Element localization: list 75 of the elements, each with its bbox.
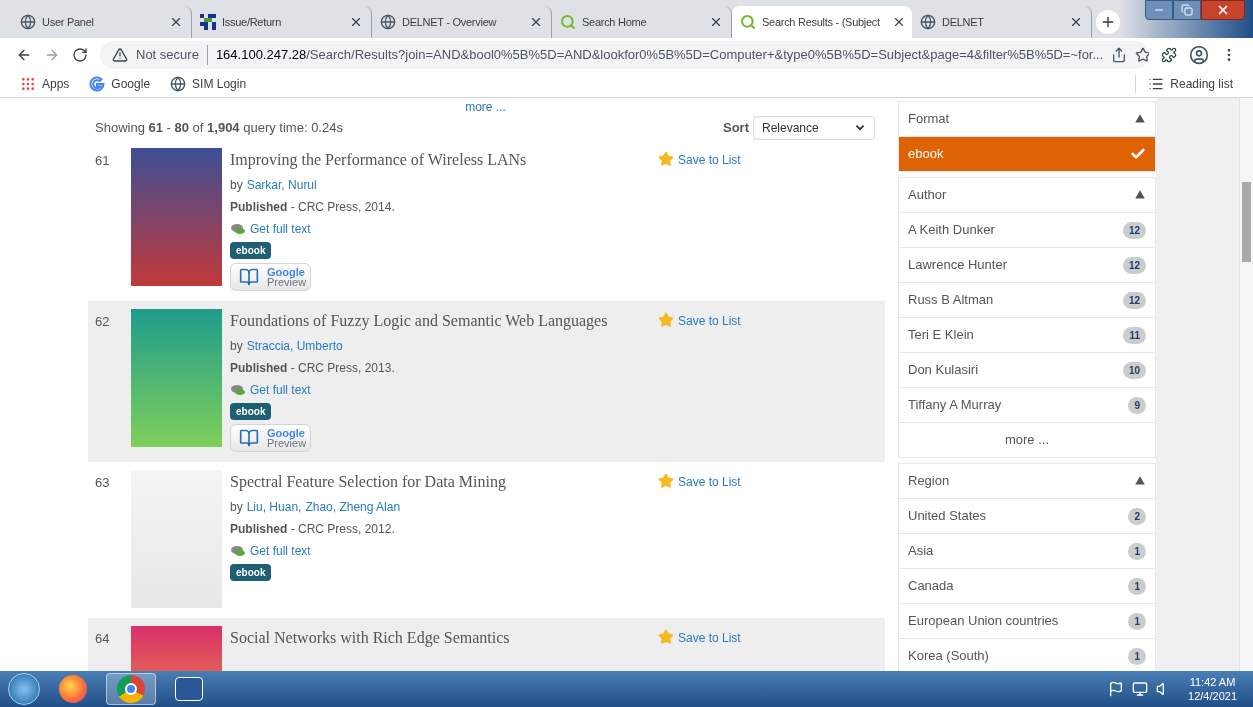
facet-item[interactable]: Canada 1 <box>899 568 1155 603</box>
count-badge: 12 <box>1122 221 1146 239</box>
result-title[interactable]: Improving the Performance of Wireless LANs <box>230 148 527 172</box>
url-text: 164.100.247.28/Search/Results?join=AND&bool0%5B%5D=AND&lookfor0%5B%5D=Computer+&type0%5B%5D=Subject&page=4&filter%5B%5D=~for... <box>215 46 1104 65</box>
facet-header[interactable]: Format <box>899 102 1155 136</box>
format-tag: ebook <box>230 403 272 420</box>
more-link[interactable]: more ... <box>465 98 506 116</box>
reading-list-button[interactable]: Reading list <box>1135 74 1233 93</box>
facet-item[interactable]: Teri E Klein 11 <box>899 317 1155 352</box>
facet-item[interactable]: A Keith Dunker 12 <box>899 212 1155 247</box>
author-link[interactable]: Zhao, Zheng Alan <box>305 498 401 516</box>
result-number: 62 <box>95 313 111 331</box>
result-number: 63 <box>95 474 111 492</box>
result-title[interactable]: Foundations of Fuzzy Logic and Semantic Web Languages <box>230 309 608 333</box>
save-to-list-link[interactable]: Save to List <box>658 309 878 330</box>
bookmark-link[interactable]: Apps <box>20 74 70 93</box>
browser-tab[interactable]: Search Results - (Subject <box>732 6 912 38</box>
by-label: by <box>230 338 243 355</box>
count-badge: 2 <box>1128 507 1146 525</box>
full-text-link[interactable]: Get full text <box>230 220 311 238</box>
facet-item[interactable]: Asia 1 <box>899 533 1155 568</box>
facet-item[interactable]: Lawrence Hunter 12 <box>899 247 1155 282</box>
tab-title: DELNET - Overview <box>402 14 497 30</box>
result-number: 61 <box>95 152 111 170</box>
published-info: Published - CRC Press, 2012. <box>230 521 395 538</box>
facet-item[interactable]: Don Kulasiri 10 <box>899 352 1155 387</box>
save-to-list-link[interactable]: Save to List <box>658 148 878 169</box>
security-label: Not secure <box>136 45 208 65</box>
tab-title: Search Results - (Subject <box>762 14 880 30</box>
count-badge: 1 <box>1128 612 1146 630</box>
google-preview-button[interactable]: Google Preview <box>230 424 312 452</box>
count-badge: 1 <box>1128 577 1146 595</box>
clock[interactable]: 11:42 AM 12/4/2021 <box>1180 675 1245 703</box>
google-preview-button[interactable]: Google Preview <box>230 263 312 291</box>
facet-header[interactable]: Author <box>899 178 1155 212</box>
count-badge: 1 <box>1128 647 1146 665</box>
published-info: Published - CRC Press, 2013. <box>230 360 395 377</box>
bookmark-link[interactable]: SIM Login <box>170 74 247 93</box>
result-title[interactable]: Social Networks with Rich Edge Semantics <box>230 626 510 650</box>
more-link[interactable]: more ... <box>899 422 1155 457</box>
author-link[interactable]: Liu, Huan, <box>246 498 302 516</box>
facet-item[interactable]: Russ B Altman 12 <box>899 282 1155 317</box>
facet-item[interactable]: Tiffany A Murray 9 <box>899 387 1155 422</box>
count-badge: 9 <box>1128 396 1146 414</box>
result-number: 64 <box>95 630 111 648</box>
count-badge: 11 <box>1123 326 1146 344</box>
sort-label: Sort <box>723 119 749 138</box>
tab-title: Search Home <box>582 14 647 30</box>
tab-title: Issue/Return <box>222 14 282 30</box>
facet-item[interactable]: European Union countries 1 <box>899 603 1155 638</box>
format-tag: ebook <box>230 242 272 259</box>
format-tag: ebook <box>230 564 272 581</box>
results-summary: Showing 61 - 80 of 1,904 query time: 0.24s <box>95 119 343 138</box>
save-to-list-link[interactable]: Save to List <box>658 626 878 647</box>
facet-header[interactable]: Region <box>899 464 1155 498</box>
count-badge: 12 <box>1122 291 1146 309</box>
author-link[interactable]: Straccia, Umberto <box>246 337 343 355</box>
by-label: by <box>230 499 243 516</box>
by-label: by <box>230 177 243 194</box>
tab-title: DELNET <box>942 14 984 30</box>
bookmark-link[interactable]: Google <box>89 74 151 93</box>
count-badge: 1 <box>1128 542 1146 560</box>
save-to-list-link[interactable]: Save to List <box>658 470 878 491</box>
facet-item[interactable]: ebook <box>899 136 1155 171</box>
sort-select[interactable]: Relevance <box>753 116 875 140</box>
full-text-link[interactable]: Get full text <box>230 542 311 560</box>
facet-item[interactable]: United States 2 <box>899 498 1155 533</box>
full-text-link[interactable]: Get full text <box>230 381 311 399</box>
count-badge: 12 <box>1122 256 1146 274</box>
address-bar[interactable]: Not secure 164.100.247.28/Search/Results?join=AND&bool0%5B%5D=AND&lookfor0%5B%5D=Computer+&type0%5B%5D=Subject&page=4&filter%5B%5D=~for... <box>100 41 1149 69</box>
count-badge: 10 <box>1122 361 1146 379</box>
tab-title: User Panel <box>42 14 94 30</box>
author-link[interactable]: Sarkar, Nurul <box>246 176 317 194</box>
published-info: Published - CRC Press, 2014. <box>230 199 395 216</box>
result-title[interactable]: Spectral Feature Selection for Data Mining <box>230 470 506 494</box>
